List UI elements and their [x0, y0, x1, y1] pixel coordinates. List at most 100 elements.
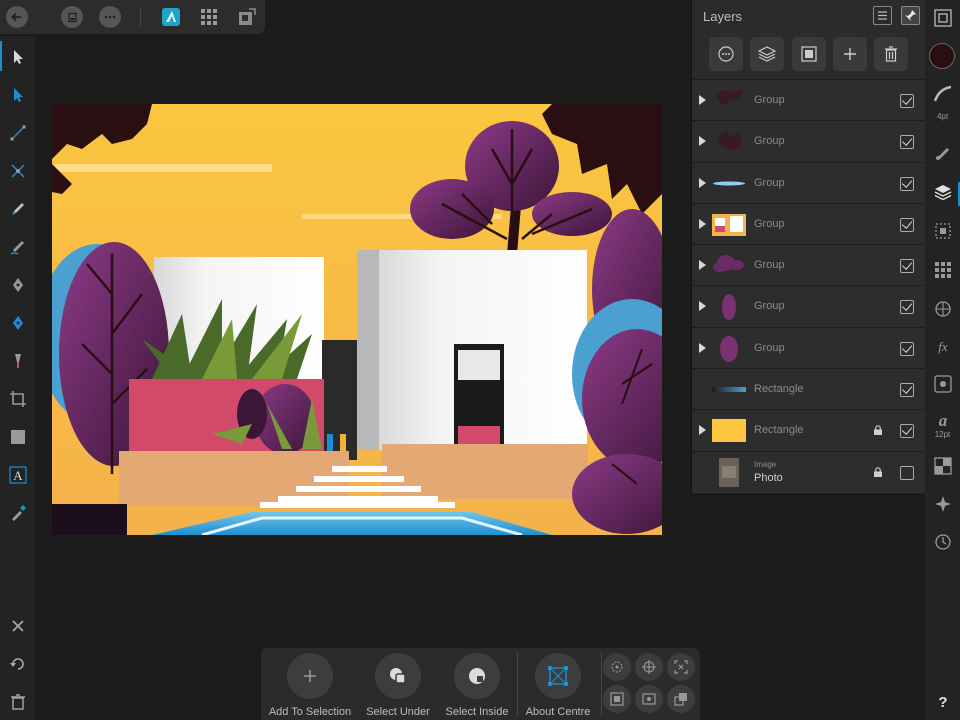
expand-arrow-icon[interactable]	[699, 425, 706, 436]
crop-tool-icon[interactable]	[8, 389, 28, 409]
layer-row[interactable]: Group	[692, 285, 926, 327]
mask-layer-icon[interactable]	[792, 37, 826, 71]
layer-row[interactable]: Group	[692, 161, 926, 203]
pen-tool-icon[interactable]	[8, 275, 28, 295]
layers-studio-icon[interactable]	[932, 182, 954, 204]
document-icon[interactable]	[61, 6, 83, 28]
visibility-checkbox[interactable]	[900, 424, 914, 439]
layer-row[interactable]: Group	[692, 326, 926, 369]
transparency-tool-icon[interactable]	[8, 351, 28, 371]
add-to-selection-label: Add To Selection	[268, 706, 352, 718]
layer-row[interactable]: Rectangle	[692, 409, 926, 451]
back-arrow-icon[interactable]	[6, 6, 28, 28]
visibility-checkbox[interactable]	[900, 383, 914, 398]
add-to-selection-button[interactable]: Add To Selection	[268, 653, 352, 720]
color-picker-tool-icon[interactable]	[8, 503, 28, 523]
appearance-icon[interactable]	[932, 298, 954, 320]
visibility-checkbox[interactable]	[900, 217, 914, 232]
expand-arrow-icon[interactable]	[699, 260, 706, 271]
about-centre-button[interactable]: About Centre	[516, 653, 600, 720]
visibility-checkbox[interactable]	[900, 341, 914, 356]
visibility-checkbox[interactable]	[900, 465, 914, 480]
history-icon[interactable]	[932, 531, 954, 553]
expand-arrow-icon[interactable]	[699, 177, 706, 188]
select-inside-button[interactable]: Select Inside	[435, 653, 519, 720]
point-transform-tool-icon[interactable]	[8, 123, 28, 143]
move-tool-icon[interactable]	[8, 47, 28, 67]
active-tool-indicator	[0, 41, 2, 71]
brushes-icon[interactable]	[932, 142, 954, 164]
text-size-label: 12pt	[934, 430, 951, 439]
pin-panel-icon[interactable]	[901, 6, 920, 25]
layer-options-icon[interactable]	[709, 37, 743, 71]
undo-icon[interactable]	[8, 654, 28, 674]
visibility-checkbox[interactable]	[900, 135, 914, 150]
select-inside-icon	[454, 653, 500, 699]
select-under-label: Select Under	[366, 706, 430, 718]
expand-arrow-icon[interactable]	[699, 95, 706, 105]
layer-row[interactable]: Image Photo	[692, 450, 926, 492]
visibility-checkbox[interactable]	[900, 259, 914, 274]
layer-row[interactable]: Group	[692, 202, 926, 245]
transparency-studio-icon[interactable]	[932, 455, 954, 477]
expand-arrow-icon[interactable]	[699, 342, 706, 353]
layer-row[interactable]: Group	[692, 120, 926, 162]
trash-icon[interactable]	[8, 692, 28, 712]
assets-icon[interactable]	[932, 259, 954, 281]
delete-layer-icon[interactable]	[874, 37, 908, 71]
panel-menu-icon[interactable]	[873, 6, 892, 25]
rectangle-tool-icon[interactable]	[8, 427, 28, 447]
layers-actions-bar	[692, 35, 926, 75]
arrange-layers-icon[interactable]	[667, 685, 695, 713]
layer-row[interactable]: Group	[692, 79, 926, 121]
stroke-icon[interactable]	[932, 83, 954, 105]
fill-tool-icon[interactable]	[8, 313, 28, 333]
expand-arrow-icon[interactable]	[699, 218, 706, 229]
select-inside-label: Select Inside	[445, 706, 509, 718]
close-icon[interactable]	[8, 616, 28, 636]
color-swatch[interactable]	[929, 43, 955, 69]
select-under-button[interactable]: Select Under	[356, 653, 440, 720]
corner-tool-icon[interactable]	[8, 161, 28, 181]
layer-row[interactable]: Group	[692, 244, 926, 286]
character-icon[interactable]: a	[932, 409, 954, 431]
expand-arrow-icon[interactable]	[699, 136, 706, 147]
pixel-persona-icon[interactable]	[200, 8, 218, 26]
pencil-tool-icon[interactable]	[8, 199, 28, 219]
export-persona-icon[interactable]	[238, 8, 256, 26]
expand-arrow-icon[interactable]	[699, 301, 706, 312]
layer-thumbnail	[722, 294, 736, 321]
layers-panel-title: Layers	[703, 8, 743, 24]
snap-corners-icon[interactable]	[667, 653, 695, 681]
add-layer-icon[interactable]	[833, 37, 867, 71]
lock-icon[interactable]	[873, 425, 883, 436]
effects-fx-icon[interactable]: fx	[932, 336, 954, 358]
select-under-icon	[375, 653, 421, 699]
transform-icon[interactable]	[932, 220, 954, 242]
visibility-checkbox[interactable]	[900, 176, 914, 191]
text-tool-icon[interactable]: A	[8, 465, 28, 485]
lock-icon[interactable]	[873, 466, 883, 477]
view-mode-icon[interactable]	[635, 685, 663, 713]
stroke-width-label: 4pt	[936, 112, 949, 121]
ellipsis-icon[interactable]	[99, 6, 121, 28]
layer-stack-icon[interactable]	[750, 37, 784, 71]
crosshair-icon[interactable]	[635, 653, 663, 681]
node-tool-icon[interactable]	[8, 85, 28, 105]
align-select-icon[interactable]	[603, 653, 631, 681]
layer-thumbnail	[720, 335, 738, 362]
svg-text:fx: fx	[938, 339, 948, 354]
visibility-checkbox[interactable]	[900, 94, 914, 108]
document-canvas[interactable]	[52, 104, 662, 535]
visibility-checkbox[interactable]	[900, 300, 914, 315]
snapping-icon[interactable]	[932, 493, 954, 515]
bounding-box-icon[interactable]	[603, 685, 631, 713]
tools-panel: A	[0, 36, 35, 720]
symbols-icon[interactable]	[932, 373, 954, 395]
navigator-icon[interactable]	[932, 7, 954, 29]
designer-persona-icon[interactable]	[162, 8, 180, 26]
layer-row[interactable]: Rectangle	[692, 368, 926, 410]
help-icon[interactable]: ?	[932, 691, 954, 713]
layer-thumbnail	[713, 181, 745, 186]
vector-brush-tool-icon[interactable]	[8, 237, 28, 257]
